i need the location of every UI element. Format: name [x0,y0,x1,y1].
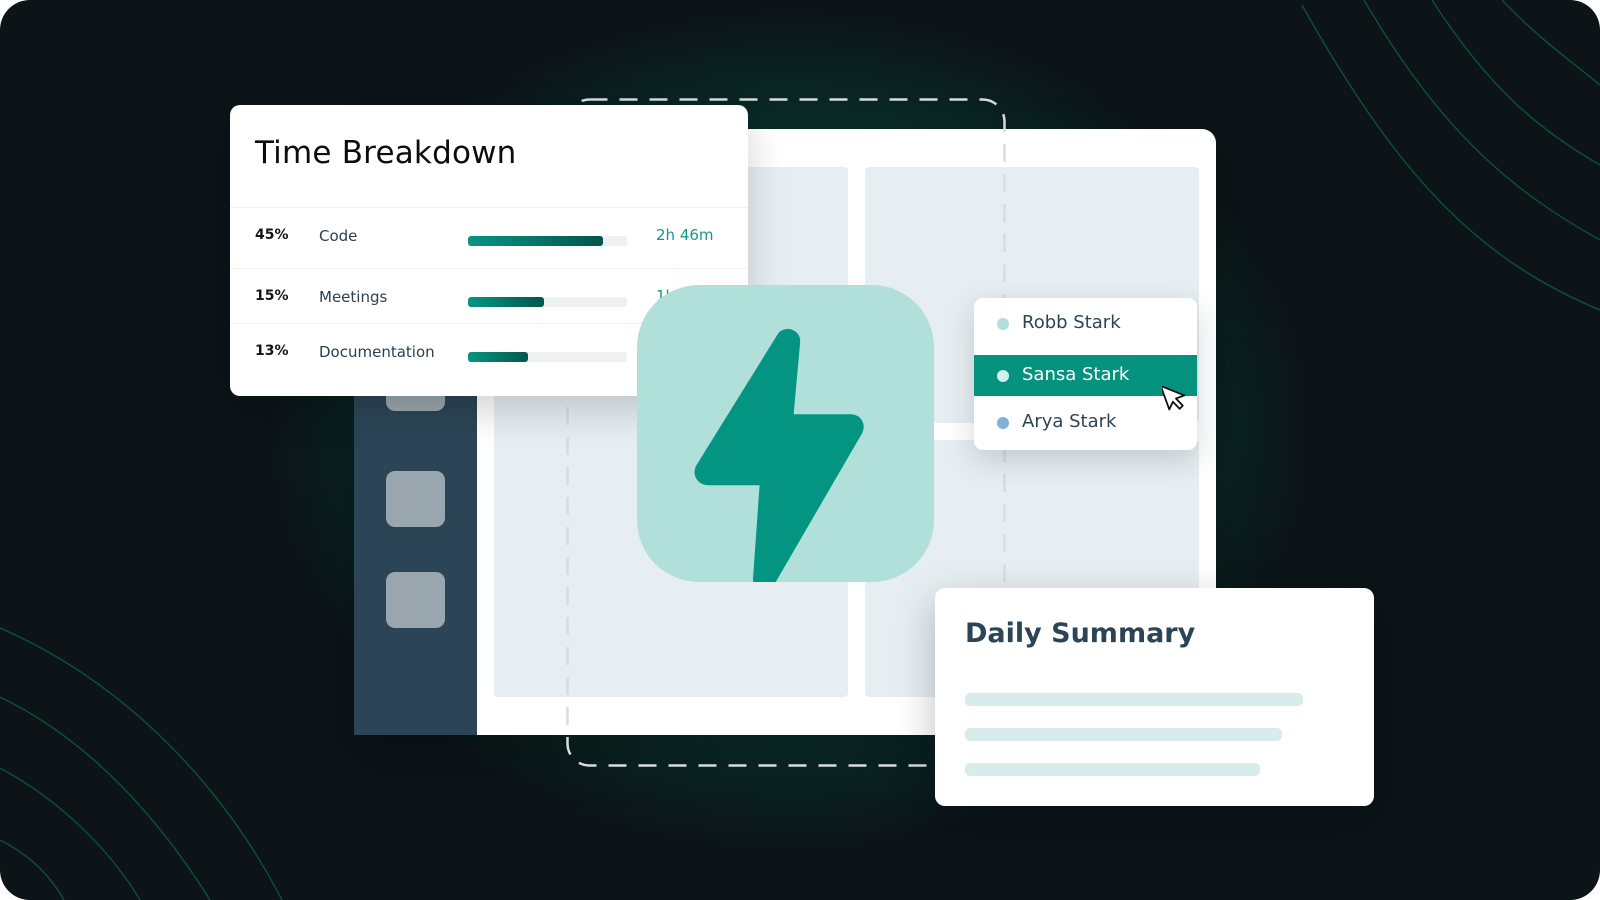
text-placeholder-line [965,763,1260,776]
status-dot [997,417,1009,429]
row-percent: 45% [255,227,289,243]
card-title: Time Breakdown [255,135,517,171]
hero-background: Time Breakdown 45% Code 2h 46m 15% Meeti… [0,0,1600,900]
progress-fill [468,352,529,362]
mouse-pointer-icon [1162,385,1186,411]
status-dot [997,318,1009,330]
status-dot [997,370,1009,382]
text-placeholder-line [965,693,1303,706]
progress-track [468,352,627,362]
user-name: Robb Stark [1022,312,1121,333]
progress-track [468,297,627,307]
breakdown-row[interactable]: 45% Code 2h 46m [230,207,748,263]
progress-fill [468,297,545,307]
sidebar-button[interactable] [386,471,445,527]
dropdown-item[interactable]: Robb Stark [974,301,1197,345]
row-percent: 15% [255,288,289,304]
user-dropdown[interactable]: Robb Stark Sansa Stark Arya Stark [974,298,1197,450]
row-label: Code [319,227,358,245]
sidebar-button[interactable] [386,572,445,628]
app-logo-tile [637,285,934,582]
daily-summary-card: Daily Summary [935,588,1374,806]
user-name: Sansa Stark [1022,364,1130,385]
row-label: Documentation [319,343,435,361]
app-sidebar [354,355,477,735]
row-percent: 13% [255,343,289,359]
text-placeholder-line [965,728,1282,741]
row-label: Meetings [319,288,388,306]
progress-track [468,236,627,246]
row-time: 2h 46m [656,226,714,244]
lightning-bolt-icon [694,329,864,582]
progress-fill [468,236,604,246]
user-name: Arya Stark [1022,411,1117,432]
card-title: Daily Summary [965,618,1196,649]
